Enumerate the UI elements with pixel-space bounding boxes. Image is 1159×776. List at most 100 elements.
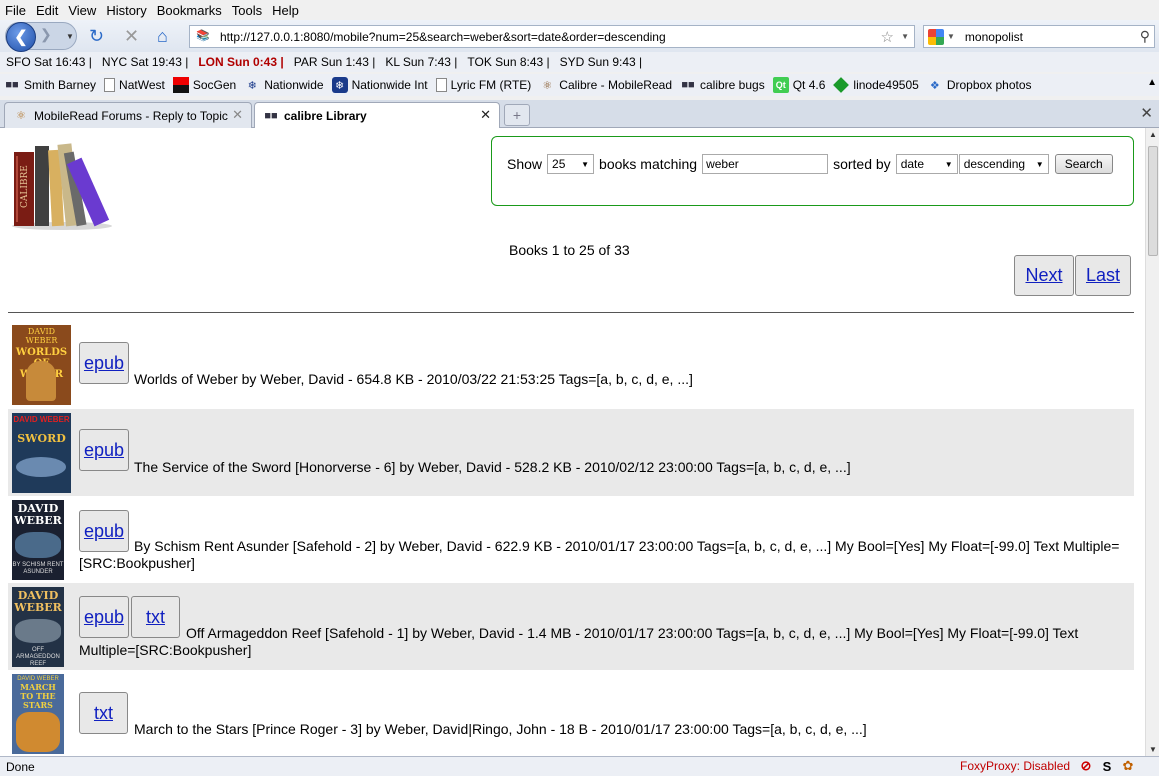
book-cover[interactable]: DAVID WEBER BY SCHISM RENT ASUNDER bbox=[12, 500, 64, 580]
library-icon: ■■ bbox=[681, 79, 695, 91]
show-label: Show bbox=[507, 156, 543, 172]
scroll-up-icon[interactable]: ▲ bbox=[1149, 130, 1157, 139]
book-description: By Schism Rent Asunder [Safehold - 2] by… bbox=[79, 538, 1120, 571]
calibre-icon: ⚛ bbox=[542, 79, 553, 92]
dropbox-icon: ❖ bbox=[929, 79, 940, 92]
book-cover[interactable]: DAVID WEBER WORLDS OF WEBER bbox=[12, 325, 71, 405]
adblock-icon[interactable]: ⊘ bbox=[1078, 758, 1094, 774]
bookmark-star-icon[interactable]: ☆ bbox=[881, 28, 894, 46]
menu-tools[interactable]: Tools bbox=[232, 3, 262, 18]
back-arrow-icon: ❮ bbox=[14, 29, 28, 46]
history-dropdown-icon[interactable]: ▼ bbox=[66, 32, 74, 41]
scroll-down-icon[interactable]: ▼ bbox=[1149, 745, 1157, 754]
web-search-input[interactable]: monopolist bbox=[965, 30, 1023, 44]
page-icon bbox=[435, 78, 447, 92]
clock-tok: TOK Sun 8:43 | bbox=[467, 55, 550, 69]
back-forward-group: ❮ ❯ ▼ bbox=[5, 22, 77, 52]
epub-link[interactable]: epub bbox=[79, 429, 129, 471]
menu-bookmarks[interactable]: Bookmarks bbox=[157, 3, 222, 18]
bookmark-qt[interactable]: Qt Qt 4.6 bbox=[772, 77, 825, 93]
bookmark-calibre-bugs[interactable]: ■■ calibre bugs bbox=[680, 77, 764, 93]
foxyproxy-status[interactable]: FoxyProxy: Disabled bbox=[960, 759, 1070, 773]
last-button[interactable]: Last bbox=[1075, 255, 1131, 296]
status-text: Done bbox=[6, 759, 35, 774]
vertical-scrollbar[interactable]: ▲ ▼ bbox=[1145, 128, 1159, 756]
new-tab-button[interactable]: + bbox=[504, 104, 530, 126]
mobileread-icon: ⚛ bbox=[16, 110, 26, 122]
url-bar[interactable]: 📚 http://127.0.0.1:8080/mobile?num=25&se… bbox=[189, 25, 915, 48]
forward-button[interactable]: ❯ bbox=[40, 26, 52, 43]
bookmark-calibre-mobileread[interactable]: ⚛ Calibre - MobileRead bbox=[539, 77, 672, 93]
search-icon[interactable]: ⚲ bbox=[1140, 28, 1150, 45]
status-bar: Done FoxyProxy: Disabled ⊘ S ✿ bbox=[0, 756, 1159, 776]
book-row: DAVID WEBER BY SCHISM RENT ASUNDER epub … bbox=[8, 496, 1134, 583]
clock-par: PAR Sun 1:43 | bbox=[293, 55, 376, 69]
epub-link[interactable]: epub bbox=[79, 342, 129, 384]
chevron-down-icon: ▼ bbox=[1035, 159, 1044, 169]
nationwide-int-icon: ❄ bbox=[331, 77, 348, 93]
menu-history[interactable]: History bbox=[106, 3, 146, 18]
close-tab-icon[interactable]: ✕ bbox=[480, 107, 491, 123]
book-description: The Service of the Sword [Honorverse - 6… bbox=[134, 459, 851, 475]
search-input[interactable]: weber bbox=[702, 154, 829, 174]
book-row: DAVID WEBER OFF ARMAGEDDON REEF epub txt… bbox=[8, 583, 1134, 670]
library-icon: ■■ bbox=[264, 110, 278, 122]
clock-lon: LON Sun 0:43 | bbox=[198, 55, 284, 69]
sort-select[interactable]: date ▼ bbox=[895, 154, 958, 174]
s-icon[interactable]: S bbox=[1099, 758, 1115, 774]
search-engine-dropdown-icon[interactable]: ▼ bbox=[947, 32, 955, 41]
page-icon bbox=[104, 78, 116, 92]
bookmarks-scroll-icon[interactable]: ▲ bbox=[1147, 77, 1157, 88]
extension-icon[interactable]: ✿ bbox=[1120, 758, 1136, 774]
menu-edit[interactable]: Edit bbox=[36, 3, 58, 18]
bookmark-natwest[interactable]: NatWest bbox=[104, 78, 165, 92]
matching-label: books matching bbox=[599, 156, 698, 172]
bookmark-nationwide[interactable]: ❄ Nationwide bbox=[244, 77, 324, 93]
url-dropdown-icon[interactable]: ▼ bbox=[901, 32, 909, 41]
search-button[interactable]: Search bbox=[1054, 154, 1113, 174]
next-button[interactable]: Next bbox=[1014, 255, 1074, 296]
bookmark-nationwide-int[interactable]: ❄ Nationwide Int bbox=[331, 77, 428, 93]
google-icon[interactable] bbox=[928, 28, 944, 45]
bookmark-dropbox[interactable]: ❖ Dropbox photos bbox=[927, 77, 1032, 93]
bookmark-linode[interactable]: linode49505 bbox=[833, 77, 919, 93]
order-select[interactable]: descending ▼ bbox=[958, 154, 1049, 174]
home-icon[interactable]: ⌂ bbox=[157, 26, 168, 47]
scrollbar-thumb[interactable] bbox=[1148, 146, 1158, 256]
books-count: Books 1 to 25 of 33 bbox=[509, 242, 630, 258]
close-window-icon[interactable]: ✕ bbox=[1140, 104, 1153, 122]
url-text[interactable]: http://127.0.0.1:8080/mobile?num=25&sear… bbox=[220, 30, 666, 44]
book-cover[interactable]: DAVID WEBER SWORD bbox=[12, 413, 71, 493]
close-tab-icon[interactable]: ✕ bbox=[232, 107, 243, 123]
book-row: DAVID WEBER WORLDS OF WEBER epub Worlds … bbox=[8, 321, 1134, 409]
cube-icon bbox=[833, 77, 850, 93]
svg-text:CALIBRE: CALIBRE bbox=[20, 165, 30, 208]
nationwide-icon: ❄ bbox=[247, 79, 257, 92]
book-cover[interactable]: DAVID WEBER MARCH TO THE STARS bbox=[12, 674, 64, 754]
reload-icon[interactable]: ↻ bbox=[89, 26, 104, 47]
page-content: CALIBRE Show 25 ▼ books matching weber so… bbox=[0, 128, 1145, 756]
book-row: DAVID WEBER SWORD epub The Service of th… bbox=[8, 409, 1134, 496]
num-select[interactable]: 25 ▼ bbox=[547, 154, 595, 174]
socgen-icon bbox=[172, 77, 189, 93]
bookmark-lyric-fm[interactable]: Lyric FM (RTE) bbox=[435, 78, 531, 92]
clock-sfo: SFO Sat 16:43 | bbox=[6, 55, 92, 69]
bookmark-smith-barney[interactable]: ■■ Smith Barney bbox=[4, 77, 96, 93]
sorted-label: sorted by bbox=[833, 156, 891, 172]
stop-icon[interactable]: ✕ bbox=[124, 26, 139, 47]
menu-help[interactable]: Help bbox=[272, 3, 299, 18]
book-description: March to the Stars [Prince Roger - 3] by… bbox=[134, 721, 867, 737]
menu-file[interactable]: File bbox=[5, 3, 26, 18]
web-search-bar[interactable]: ▼ monopolist ⚲ bbox=[923, 25, 1155, 48]
tab-calibre-library[interactable]: ■■ calibre Library ✕ bbox=[254, 102, 500, 129]
chevron-down-icon: ▼ bbox=[944, 159, 953, 169]
site-identity-icon[interactable]: 📚 bbox=[196, 29, 216, 45]
back-button[interactable]: ❮ bbox=[6, 22, 36, 52]
tab-mobileread[interactable]: ⚛ MobileRead Forums - Reply to Topic ✕ bbox=[4, 102, 252, 128]
clock-syd: SYD Sun 9:43 | bbox=[559, 55, 643, 69]
menu-view[interactable]: View bbox=[68, 3, 96, 18]
txt-link[interactable]: txt bbox=[79, 692, 128, 734]
forward-arrow-icon: ❯ bbox=[40, 26, 52, 42]
book-cover[interactable]: DAVID WEBER OFF ARMAGEDDON REEF bbox=[12, 587, 64, 667]
bookmark-socgen[interactable]: SocGen bbox=[172, 77, 236, 93]
